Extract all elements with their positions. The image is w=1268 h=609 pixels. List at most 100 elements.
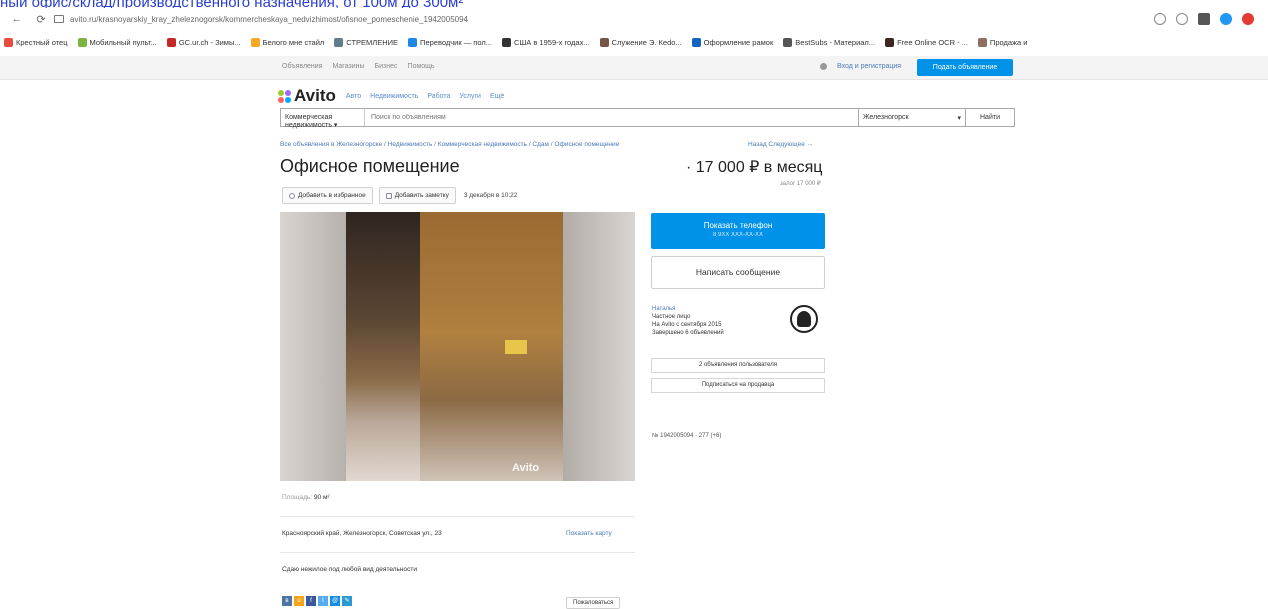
category-nav-item[interactable]: Услуги bbox=[459, 93, 481, 100]
bookmark-label: GC.ur.ch - Зимы... bbox=[178, 37, 241, 47]
logo-text: Avito bbox=[294, 86, 336, 105]
bookmark-label: Продажа и bbox=[989, 37, 1028, 47]
bookmark-label: Переводчик — пол... bbox=[420, 37, 492, 47]
listing-photo[interactable]: Avito bbox=[280, 212, 635, 481]
bookmark-item[interactable]: GC.ur.ch - Зимы... bbox=[166, 37, 241, 47]
post-ad-button[interactable]: Подать объявление bbox=[917, 59, 1013, 76]
bookmark-item[interactable]: Мобильный пульт... bbox=[77, 37, 157, 47]
reload-icon[interactable]: ⟳ bbox=[34, 13, 48, 26]
add-favorite-button[interactable]: Добавить в избранное bbox=[282, 187, 373, 204]
avito-logo[interactable]: Avito bbox=[278, 86, 336, 106]
bookmark-item[interactable]: СТРЕМЛЕНИЕ bbox=[334, 37, 398, 47]
listing-address: Красноярский край, Железногорск, Советск… bbox=[282, 530, 442, 537]
category-nav-item[interactable]: Авто bbox=[346, 93, 361, 100]
site-menu-item[interactable]: Бизнес bbox=[375, 63, 398, 70]
category-select[interactable]: Коммерческая недвижимость ▾ bbox=[281, 109, 365, 129]
mailru-icon[interactable]: @ bbox=[330, 596, 340, 606]
bookmark-item[interactable]: США в 1959-х годах... bbox=[501, 37, 590, 47]
browser-tools bbox=[1154, 13, 1254, 25]
add-note-button[interactable]: Добавить заметку bbox=[378, 187, 456, 204]
complain-button[interactable]: Пожаловаться bbox=[566, 597, 621, 609]
breadcrumb[interactable]: Все объявления в Железногорске / Недвижи… bbox=[280, 141, 720, 148]
avatar-person-icon bbox=[797, 311, 811, 327]
bookmark-label: Белого мне стайл bbox=[262, 37, 325, 47]
twitter-icon[interactable]: t bbox=[318, 596, 328, 606]
site-menu-item[interactable]: Объявления bbox=[282, 63, 323, 70]
seller-name[interactable]: Наталья bbox=[652, 305, 724, 313]
listing-actions: Добавить в избранное Добавить заметку 3 … bbox=[282, 187, 517, 204]
search-input[interactable] bbox=[365, 109, 858, 126]
vk-icon[interactable]: в bbox=[282, 596, 292, 606]
show-map-link[interactable]: Показать карту bbox=[566, 530, 612, 537]
back-icon[interactable]: ← bbox=[10, 13, 24, 25]
bookmark-favicon-icon bbox=[250, 37, 260, 47]
bookmark-favicon-icon bbox=[77, 37, 87, 47]
bookmark-item[interactable]: Free Online OCR - ... bbox=[885, 37, 968, 47]
bookmark-label: BestSubs - Материал... bbox=[795, 37, 876, 47]
bookmark-item[interactable]: Переводчик — пол... bbox=[408, 37, 492, 47]
listing-price: · 17 000 ₽ в месяц bbox=[686, 159, 823, 176]
subscribe-seller-button[interactable]: Подписаться на продавца bbox=[651, 378, 825, 393]
photo-watermark: Avito bbox=[512, 462, 540, 474]
ok-icon[interactable]: о bbox=[294, 596, 304, 606]
address-bar: ← ⟳ avito.ru/krasnoyarskiy_kray_zhelezno… bbox=[0, 8, 1268, 30]
seller-all-ads-button[interactable]: 2 объявления пользователя bbox=[651, 358, 825, 373]
heart-icon bbox=[289, 192, 295, 199]
chevron-down-icon: ▾ bbox=[957, 115, 961, 122]
bookmark-favicon-icon bbox=[599, 37, 609, 47]
extension-icon[interactable] bbox=[1198, 13, 1210, 25]
lock-icon bbox=[54, 15, 64, 23]
bookmark-favicon-icon bbox=[783, 37, 793, 47]
site-menu-item[interactable]: Магазины bbox=[333, 63, 365, 70]
bookmark-favicon-icon bbox=[501, 37, 511, 47]
extension-red-icon[interactable] bbox=[1242, 13, 1254, 25]
add-note-label: Добавить заметку bbox=[394, 192, 449, 199]
bookmark-label: США в 1959-х годах... bbox=[513, 37, 590, 47]
photo-blur-left bbox=[280, 212, 346, 481]
show-phone-button[interactable]: Показать телефон 8 9XX XXX-XX-XX bbox=[651, 213, 825, 249]
bookmark-label: Free Online OCR - ... bbox=[897, 37, 968, 47]
listing-title: Офисное помещение bbox=[280, 156, 460, 176]
bookmark-item[interactable]: Белого мне стайл bbox=[250, 37, 325, 47]
share-buttons: в о f t @ ✎ bbox=[282, 596, 352, 606]
bookmark-label: Крестный отец bbox=[16, 37, 68, 47]
city-select[interactable]: Железногорск ▾ bbox=[858, 109, 965, 126]
bookmark-item[interactable]: Оформление рамок bbox=[691, 37, 773, 47]
listing-date: 3 декабря в 10:22 bbox=[463, 192, 518, 199]
page-link[interactable]: ный офис/склад/производственного назначе… bbox=[0, 0, 640, 8]
url-field[interactable]: avito.ru/krasnoyarskiy_kray_zheleznogors… bbox=[70, 15, 1154, 24]
city-select-value: Железногорск bbox=[863, 114, 909, 121]
site-menu-item[interactable]: Помощь bbox=[408, 63, 435, 70]
listing-description: Сдаю нежилое под любой вид деятельности bbox=[282, 566, 417, 573]
category-nav: Авто Недвижимость Работа Услуги Ещё bbox=[346, 93, 504, 100]
photo-blur-right bbox=[563, 212, 635, 481]
prev-next-links[interactable]: Назад Следующее → bbox=[748, 141, 813, 148]
bookmark-favicon-icon bbox=[166, 37, 176, 47]
area-label: Площадь: bbox=[282, 494, 313, 501]
category-nav-item[interactable]: Ещё bbox=[490, 93, 504, 100]
livejournal-icon[interactable]: ✎ bbox=[342, 596, 352, 606]
extension-blue-icon[interactable] bbox=[1220, 13, 1232, 25]
avatar[interactable] bbox=[790, 305, 818, 333]
site-top-bar: Объявления Магазины Бизнес Помощь Вход и ре… bbox=[0, 56, 1268, 80]
star-icon[interactable] bbox=[1176, 13, 1188, 25]
bookmark-item[interactable]: Крестный отец bbox=[4, 37, 68, 47]
write-message-button[interactable]: Написать сообщение bbox=[651, 256, 825, 289]
bookmark-item[interactable]: Продажа и bbox=[977, 37, 1028, 47]
login-link[interactable]: Вход и регистрация bbox=[837, 63, 901, 70]
bookmark-label: Служение Э. Кеdo... bbox=[611, 37, 682, 47]
category-nav-item[interactable]: Работа bbox=[427, 93, 450, 100]
facebook-icon[interactable]: f bbox=[306, 596, 316, 606]
photo-sign bbox=[505, 340, 527, 354]
site-top-menu: Объявления Магазины Бизнес Помощь bbox=[282, 63, 435, 70]
seller-type: Частное лицо bbox=[652, 314, 691, 320]
find-button[interactable]: Найти bbox=[965, 109, 1014, 126]
bookmark-favicon-icon bbox=[977, 37, 987, 47]
bookmark-item[interactable]: BestSubs - Материал... bbox=[783, 37, 876, 47]
listing-price-value: 17 000 ₽ в месяц bbox=[695, 159, 823, 176]
bookmark-item[interactable]: Служение Э. Кеdo... bbox=[599, 37, 682, 47]
category-nav-item[interactable]: Недвижимость bbox=[370, 93, 418, 100]
divider bbox=[280, 516, 635, 517]
zoom-icon[interactable] bbox=[1154, 13, 1166, 25]
photo-building-wall bbox=[420, 212, 563, 481]
